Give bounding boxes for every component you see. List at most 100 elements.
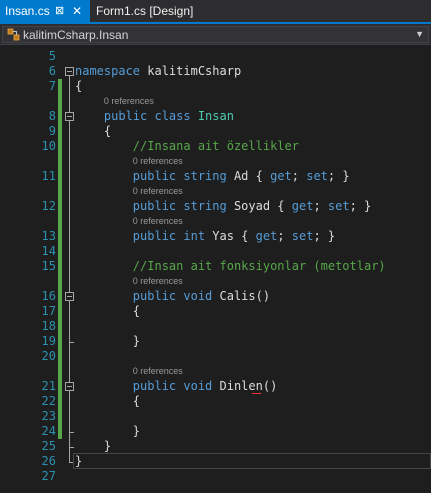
line-number: 16 [41, 289, 56, 303]
code-token: set [291, 229, 314, 243]
line-number: 5 [48, 49, 56, 63]
line-number: 23 [41, 409, 56, 423]
code-token: Calis() [212, 289, 271, 303]
error-squiggle [252, 392, 261, 394]
code-line: 17 { [0, 304, 431, 319]
references-codelens[interactable]: 0 references [133, 366, 183, 377]
code-token: Insan [190, 109, 234, 123]
code-line: 13 public int Yas { get; set; } [0, 229, 431, 244]
code-token: //Insana ait özellikler [75, 139, 299, 153]
line-number: 13 [41, 229, 56, 243]
code-line: 7{ [0, 79, 431, 94]
code-token: { [75, 124, 112, 138]
code-text: //Insana ait özellikler [75, 139, 299, 154]
class-icon [7, 28, 20, 41]
outline-guide [69, 391, 70, 432]
collapse-toggle[interactable] [65, 112, 74, 121]
code-text: public class Insan [75, 109, 234, 124]
code-token: public [75, 109, 148, 123]
code-token: //Insan ait fonksiyonlar (metotlar) [75, 259, 386, 273]
references-codelens[interactable]: 0 references [133, 276, 183, 287]
code-line: 9 { [0, 124, 431, 139]
code-line: 23 [0, 409, 431, 424]
navigation-bar: kalitimCsharp.Insan ▼ [0, 24, 431, 45]
references-codelens[interactable]: 0 references [133, 216, 183, 227]
code-line: 14 [0, 244, 431, 259]
change-tracking-bar [58, 79, 62, 439]
code-token: ; } [327, 169, 350, 183]
code-text: public void Dinlen() [75, 379, 278, 394]
code-token: kalitimCsharp [140, 64, 242, 78]
code-token: string [176, 169, 227, 183]
code-token: ; } [349, 199, 372, 213]
code-text: } [75, 334, 140, 349]
code-token: public [75, 229, 177, 243]
code-line: 18 [0, 319, 431, 334]
code-line: 5 [0, 49, 431, 64]
line-number: 18 [41, 319, 56, 333]
close-icon[interactable]: ✕ [72, 0, 82, 22]
line-number: 8 [48, 109, 56, 123]
code-token: get [255, 229, 278, 243]
collapse-toggle[interactable] [65, 382, 74, 391]
current-line-highlight [73, 453, 431, 469]
collapse-toggle[interactable] [65, 292, 74, 301]
line-number: 6 [48, 64, 56, 78]
line-number: 27 [41, 469, 56, 483]
references-codelens[interactable]: 0 references [133, 156, 183, 167]
chevron-down-icon: ▼ [415, 29, 424, 39]
code-token: set [327, 199, 350, 213]
code-text: } [75, 424, 140, 439]
outline-end-tick [69, 342, 74, 343]
type-dropdown[interactable]: kalitimCsharp.Insan ▼ [2, 26, 429, 43]
code-text: public void Calis() [75, 289, 270, 304]
tab-form1-design[interactable]: Form1.cs [Design] [91, 0, 231, 22]
code-token: } [75, 334, 141, 348]
line-number: 12 [41, 199, 56, 213]
code-token: string [176, 199, 227, 213]
code-token: Dinlen() [212, 379, 278, 393]
code-text: public string Ad { get; set; } [75, 169, 350, 184]
outline-end-tick [69, 432, 74, 433]
collapse-toggle[interactable] [65, 67, 74, 76]
code-token: { [75, 394, 141, 408]
pin-icon[interactable]: ⊠ [55, 0, 64, 22]
document-tab-strip: Insan.cs ⊠ ✕ Form1.cs [Design] [0, 0, 431, 24]
line-number: 15 [41, 259, 56, 273]
code-line: 15 //Insan ait fonksiyonlar (metotlar) [0, 259, 431, 274]
code-token: public [75, 289, 177, 303]
line-number: 22 [41, 394, 56, 408]
code-token: Yas { [205, 229, 256, 243]
tab-label: Insan.cs [5, 4, 50, 18]
code-token: Soyad { [226, 199, 292, 213]
line-number: 26 [41, 454, 56, 468]
code-text: { [75, 124, 111, 139]
code-line: 25 } [0, 439, 431, 454]
code-token: } [75, 424, 141, 438]
line-number: 9 [48, 124, 56, 138]
line-number: 10 [41, 139, 56, 153]
code-token: int [176, 229, 206, 243]
code-text: { [75, 394, 140, 409]
line-number: 21 [41, 379, 56, 393]
line-number: 14 [41, 244, 56, 258]
code-token: } [75, 439, 112, 453]
line-number: 17 [41, 304, 56, 318]
line-number: 11 [41, 169, 56, 183]
references-codelens[interactable]: 0 references [133, 186, 183, 197]
code-token: ; [277, 229, 292, 243]
code-token: Ad { [226, 169, 271, 183]
code-text: public int Yas { get; set; } [75, 229, 335, 244]
code-line: 22 { [0, 394, 431, 409]
tab-insan-cs[interactable]: Insan.cs ⊠ ✕ [0, 0, 90, 22]
code-line: 20 [0, 349, 431, 364]
line-number: 19 [41, 334, 56, 348]
code-token: ; [313, 199, 328, 213]
code-text: namespace kalitimCsharp [75, 64, 241, 79]
code-line: 27 [0, 469, 431, 484]
code-line: 19 } [0, 334, 431, 349]
code-token: { [75, 304, 141, 318]
code-token: ; } [313, 229, 336, 243]
line-number: 20 [41, 349, 56, 363]
references-codelens[interactable]: 0 references [104, 96, 154, 107]
